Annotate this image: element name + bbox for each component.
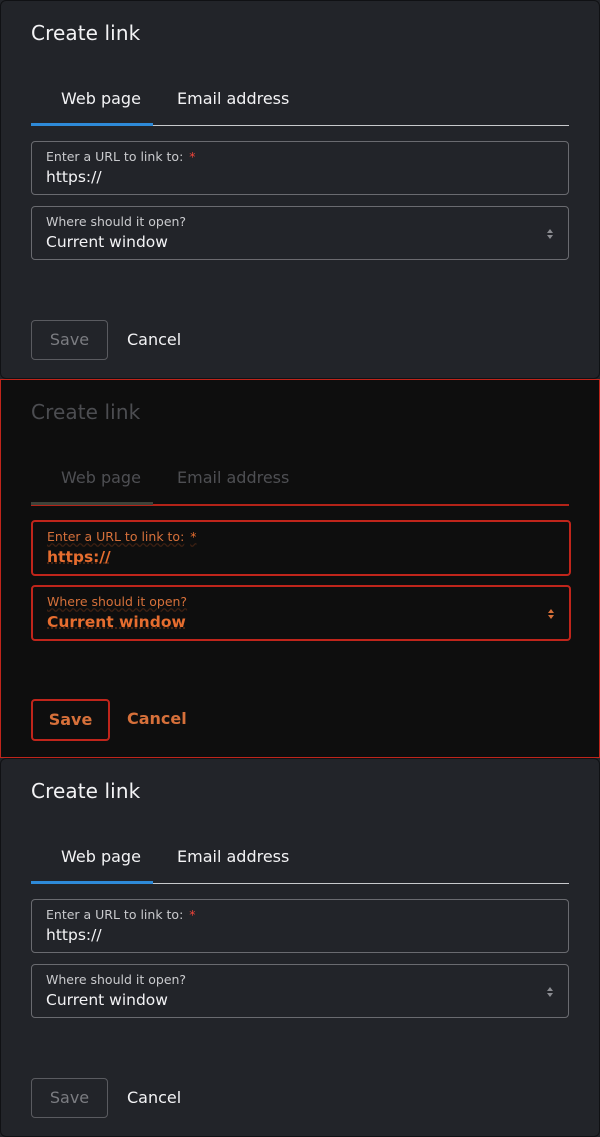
- tab-bar: Web page Email address: [31, 77, 569, 126]
- url-input[interactable]: https://: [46, 168, 102, 186]
- chevron-up-down-icon: [546, 984, 554, 998]
- dialog-stack: Create link Web page Email address Enter…: [0, 0, 600, 1137]
- save-button[interactable]: Save: [31, 320, 108, 360]
- open-target-label: Where should it open?: [46, 972, 187, 987]
- url-input[interactable]: https://: [47, 548, 111, 566]
- url-input[interactable]: https://: [46, 926, 102, 944]
- create-link-dialog-diff: Create link Web page Email address Enter…: [0, 379, 600, 758]
- url-field[interactable]: Enter a URL to link to: * https://: [31, 899, 569, 953]
- open-target-value: Current window: [47, 613, 186, 631]
- open-target-value: Current window: [46, 233, 168, 251]
- required-mark: *: [190, 529, 197, 544]
- tab-bar: Web page Email address: [31, 835, 569, 884]
- tab-email-address[interactable]: Email address: [177, 847, 289, 866]
- dialog-title: Create link: [31, 400, 141, 424]
- dialog-title: Create link: [31, 21, 141, 45]
- url-field-label: Enter a URL to link to: *: [47, 529, 197, 544]
- url-field[interactable]: Enter a URL to link to: * https://: [31, 520, 571, 576]
- save-button[interactable]: Save: [31, 699, 110, 741]
- open-target-label: Where should it open?: [47, 594, 188, 609]
- open-target-select[interactable]: Where should it open? Current window: [31, 964, 569, 1018]
- url-field-label: Enter a URL to link to: *: [46, 149, 196, 164]
- tab-web-page[interactable]: Web page: [61, 468, 141, 487]
- open-target-select[interactable]: Where should it open? Current window: [31, 206, 569, 260]
- chevron-up-down-icon: [546, 226, 554, 240]
- tab-web-page[interactable]: Web page: [61, 89, 141, 108]
- active-tab-indicator: [31, 881, 153, 884]
- active-tab-indicator: [31, 123, 153, 126]
- required-mark: *: [189, 149, 196, 164]
- create-link-dialog: Create link Web page Email address Enter…: [0, 758, 600, 1137]
- active-tab-indicator: [31, 502, 153, 505]
- open-target-select[interactable]: Where should it open? Current window: [31, 585, 571, 641]
- url-field-label: Enter a URL to link to: *: [46, 907, 196, 922]
- create-link-dialog: Create link Web page Email address Enter…: [0, 0, 600, 379]
- required-mark: *: [189, 907, 196, 922]
- tab-email-address[interactable]: Email address: [177, 468, 289, 487]
- open-target-label: Where should it open?: [46, 214, 187, 229]
- url-field[interactable]: Enter a URL to link to: * https://: [31, 141, 569, 195]
- tab-email-address[interactable]: Email address: [177, 89, 289, 108]
- save-button[interactable]: Save: [31, 1078, 108, 1118]
- cancel-button[interactable]: Cancel: [127, 1088, 181, 1107]
- tab-bar: Web page Email address: [31, 456, 569, 506]
- dialog-title: Create link: [31, 779, 141, 803]
- tab-web-page[interactable]: Web page: [61, 847, 141, 866]
- cancel-button[interactable]: Cancel: [127, 709, 187, 728]
- open-target-value: Current window: [46, 991, 168, 1009]
- chevron-up-down-icon: [547, 606, 555, 620]
- cancel-button[interactable]: Cancel: [127, 330, 181, 349]
